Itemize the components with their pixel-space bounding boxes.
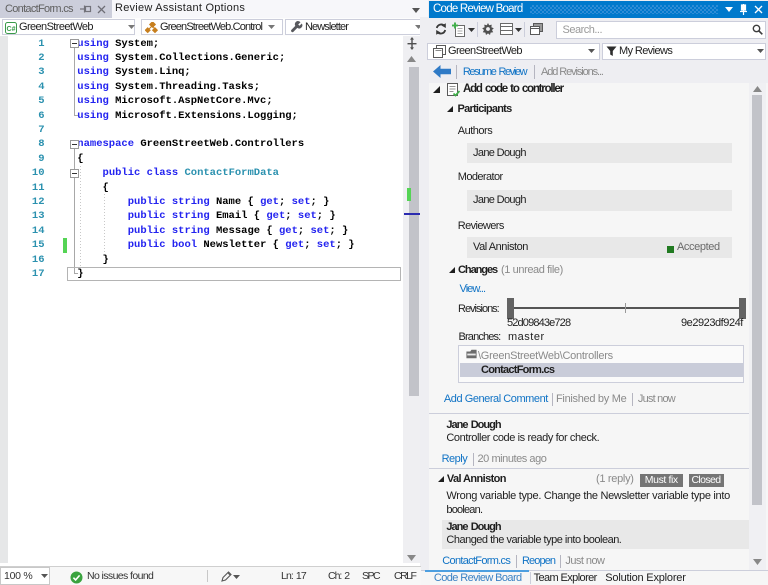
svg-text:C#: C#: [7, 26, 16, 33]
